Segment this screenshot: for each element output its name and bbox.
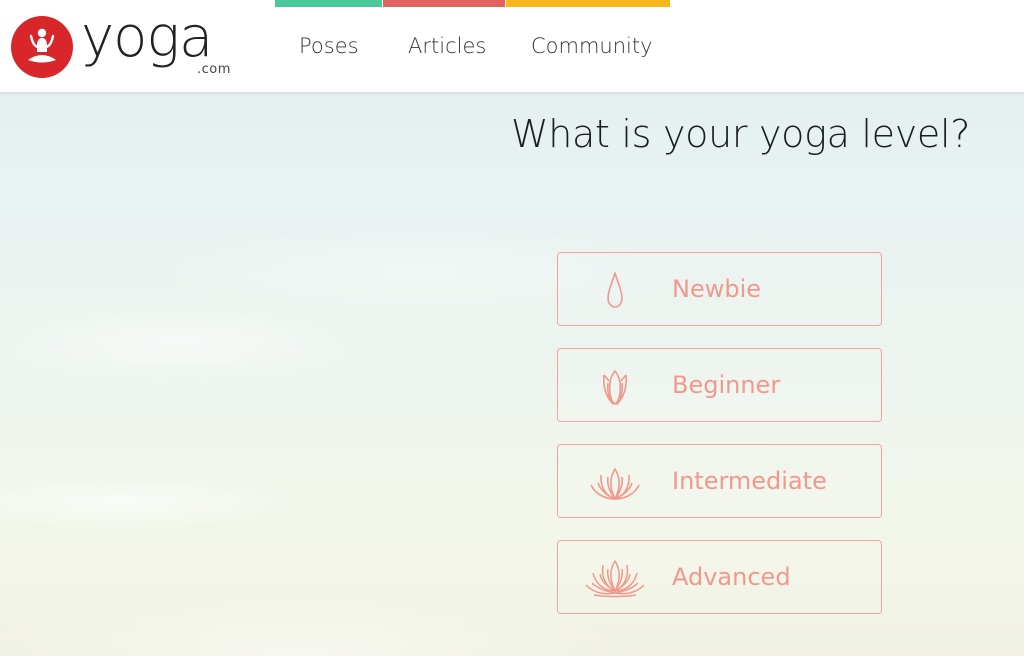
lotus-icon xyxy=(582,459,648,505)
nav-accent-articles xyxy=(383,0,505,7)
level-label-advanced: Advanced xyxy=(672,563,791,591)
tulip-bud-icon xyxy=(582,363,648,409)
site-logo[interactable]: yoga .com xyxy=(11,8,243,80)
logo-domain: .com xyxy=(197,62,231,77)
level-button-newbie[interactable]: Newbie xyxy=(557,252,882,326)
site-header: yoga .com Poses Articles Community xyxy=(0,0,1024,92)
level-question-heading: What is your yoga level? xyxy=(511,112,971,156)
drop-icon xyxy=(582,267,648,313)
full-lotus-icon xyxy=(582,555,648,601)
nav-accent-community xyxy=(506,0,670,7)
nav-item-articles[interactable]: Articles xyxy=(408,34,486,58)
level-button-advanced[interactable]: Advanced xyxy=(557,540,882,614)
level-button-beginner[interactable]: Beginner xyxy=(557,348,882,422)
level-label-intermediate: Intermediate xyxy=(672,467,827,495)
level-button-intermediate[interactable]: Intermediate xyxy=(557,444,882,518)
logo-wordmark: yoga xyxy=(81,5,213,70)
nav-item-community[interactable]: Community xyxy=(531,34,653,58)
nav-accent-poses xyxy=(275,0,382,7)
level-label-newbie: Newbie xyxy=(672,275,762,303)
level-label-beginner: Beginner xyxy=(672,371,781,399)
yoga-figure-icon xyxy=(11,16,73,78)
nav-item-poses[interactable]: Poses xyxy=(299,34,359,58)
